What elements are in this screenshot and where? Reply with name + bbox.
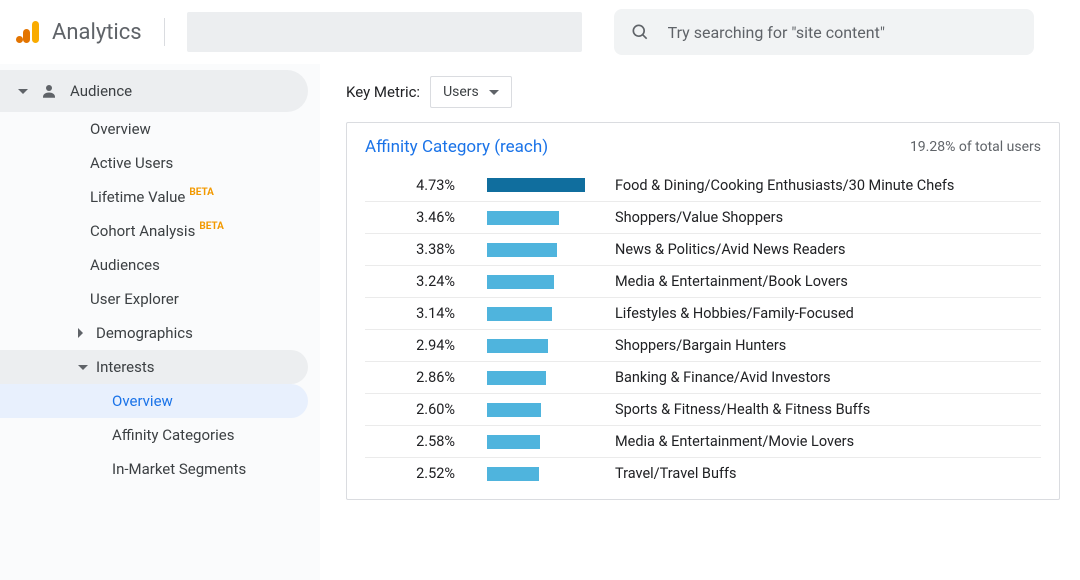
row-bar xyxy=(487,339,548,353)
row-bar-cell xyxy=(455,243,605,257)
row-percent: 2.58% xyxy=(365,433,455,450)
row-label: Food & Dining/Cooking Enthusiasts/30 Min… xyxy=(605,177,954,194)
sidebar-section-label: Audience xyxy=(70,82,132,100)
row-label: Shoppers/Value Shoppers xyxy=(605,209,783,226)
sidebar-item-demographics[interactable]: Demographics xyxy=(0,316,308,350)
row-percent: 4.73% xyxy=(365,177,455,194)
row-label: Shoppers/Bargain Hunters xyxy=(605,337,786,354)
row-bar xyxy=(487,467,539,481)
key-metric-label: Key Metric: xyxy=(346,83,420,101)
row-bar xyxy=(487,211,559,225)
search-icon xyxy=(630,22,650,42)
table-row[interactable]: 3.24% Media & Entertainment/Book Lovers xyxy=(365,265,1041,297)
table-row[interactable]: 3.14% Lifestyles & Hobbies/Family-Focused xyxy=(365,297,1041,329)
row-label: Travel/Travel Buffs xyxy=(605,465,737,482)
sidebar-subitem-in-market-segments[interactable]: In-Market Segments xyxy=(0,452,308,486)
row-percent: 2.86% xyxy=(365,369,455,386)
row-bar xyxy=(487,435,540,449)
key-metric-row: Key Metric: Users xyxy=(346,76,1060,108)
row-label: Banking & Finance/Avid Investors xyxy=(605,369,831,386)
caret-right-icon xyxy=(78,328,83,338)
table-row[interactable]: 2.52% Travel/Travel Buffs xyxy=(365,457,1041,489)
caret-down-icon xyxy=(18,89,28,94)
breadcrumb-placeholder xyxy=(187,12,582,52)
row-bar-cell xyxy=(455,467,605,481)
row-bar xyxy=(487,403,541,417)
row-bar-cell xyxy=(455,178,605,192)
row-percent: 2.60% xyxy=(365,401,455,418)
key-metric-value: Users xyxy=(443,84,479,100)
sidebar-subitem-affinity-categories[interactable]: Affinity Categories xyxy=(0,418,308,452)
search-input[interactable]: Try searching for "site content" xyxy=(614,9,1034,55)
person-icon xyxy=(40,82,58,100)
affinity-table: 4.73% Food & Dining/Cooking Enthusiasts/3… xyxy=(365,169,1041,489)
sidebar-item-audiences[interactable]: Audiences xyxy=(0,248,308,282)
table-row[interactable]: 4.73% Food & Dining/Cooking Enthusiasts/3… xyxy=(365,169,1041,201)
app-header: Analytics Try searching for "site conten… xyxy=(0,0,1080,64)
row-label: Media & Entertainment/Movie Lovers xyxy=(605,433,854,450)
row-bar xyxy=(487,275,554,289)
row-percent: 2.94% xyxy=(365,337,455,354)
sidebar-item-cohort-analysis[interactable]: Cohort AnalysisBETA xyxy=(0,214,308,248)
row-percent: 3.24% xyxy=(365,273,455,290)
key-metric-select[interactable]: Users xyxy=(430,76,512,108)
card-title[interactable]: Affinity Category (reach) xyxy=(365,137,548,157)
sidebar-item-overview[interactable]: Overview xyxy=(0,112,308,146)
sidebar-section-audience[interactable]: Audience xyxy=(0,70,308,112)
row-bar-cell xyxy=(455,275,605,289)
table-row[interactable]: 3.38% News & Politics/Avid News Readers xyxy=(365,233,1041,265)
app-logo: Analytics xyxy=(16,19,142,45)
row-bar-cell xyxy=(455,307,605,321)
table-row[interactable]: 3.46% Shoppers/Value Shoppers xyxy=(365,201,1041,233)
caret-down-icon xyxy=(78,365,88,370)
sidebar-item-active-users[interactable]: Active Users xyxy=(0,146,308,180)
row-bar xyxy=(487,371,546,385)
row-bar xyxy=(487,243,557,257)
table-row[interactable]: 2.58% Media & Entertainment/Movie Lovers xyxy=(365,425,1041,457)
row-bar-cell xyxy=(455,339,605,353)
row-bar-cell xyxy=(455,403,605,417)
main-content: Key Metric: Users Affinity Category (rea… xyxy=(320,64,1080,580)
search-placeholder: Try searching for "site content" xyxy=(668,23,885,42)
row-bar-cell xyxy=(455,435,605,449)
row-bar xyxy=(487,307,552,321)
row-bar-cell xyxy=(455,371,605,385)
divider xyxy=(164,18,165,46)
beta-badge: BETA xyxy=(189,187,214,198)
sidebar-item-user-explorer[interactable]: User Explorer xyxy=(0,282,308,316)
table-row[interactable]: 2.60% Sports & Fitness/Health & Fitness B… xyxy=(365,393,1041,425)
dropdown-icon xyxy=(489,90,499,95)
card-subtitle: 19.28% of total users xyxy=(910,139,1041,155)
row-percent: 3.38% xyxy=(365,241,455,258)
row-label: Media & Entertainment/Book Lovers xyxy=(605,273,848,290)
row-bar xyxy=(487,178,585,192)
sidebar-item-interests[interactable]: Interests xyxy=(0,350,308,384)
table-row[interactable]: 2.86% Banking & Finance/Avid Investors xyxy=(365,361,1041,393)
sidebar: Audience Overview Active Users Lifetime … xyxy=(0,64,320,580)
row-bar-cell xyxy=(455,211,605,225)
sidebar-subitem-overview[interactable]: Overview xyxy=(0,384,308,418)
row-label: Lifestyles & Hobbies/Family-Focused xyxy=(605,305,854,322)
beta-badge: BETA xyxy=(199,221,224,232)
table-row[interactable]: 2.94% Shoppers/Bargain Hunters xyxy=(365,329,1041,361)
analytics-logo-icon xyxy=(16,19,42,45)
row-label: News & Politics/Avid News Readers xyxy=(605,241,846,258)
affinity-card: Affinity Category (reach) 19.28% of tota… xyxy=(346,122,1060,500)
brand-name: Analytics xyxy=(52,20,142,45)
row-label: Sports & Fitness/Health & Fitness Buffs xyxy=(605,401,870,418)
row-percent: 3.14% xyxy=(365,305,455,322)
sidebar-item-lifetime-value[interactable]: Lifetime ValueBETA xyxy=(0,180,308,214)
row-percent: 3.46% xyxy=(365,209,455,226)
row-percent: 2.52% xyxy=(365,465,455,482)
